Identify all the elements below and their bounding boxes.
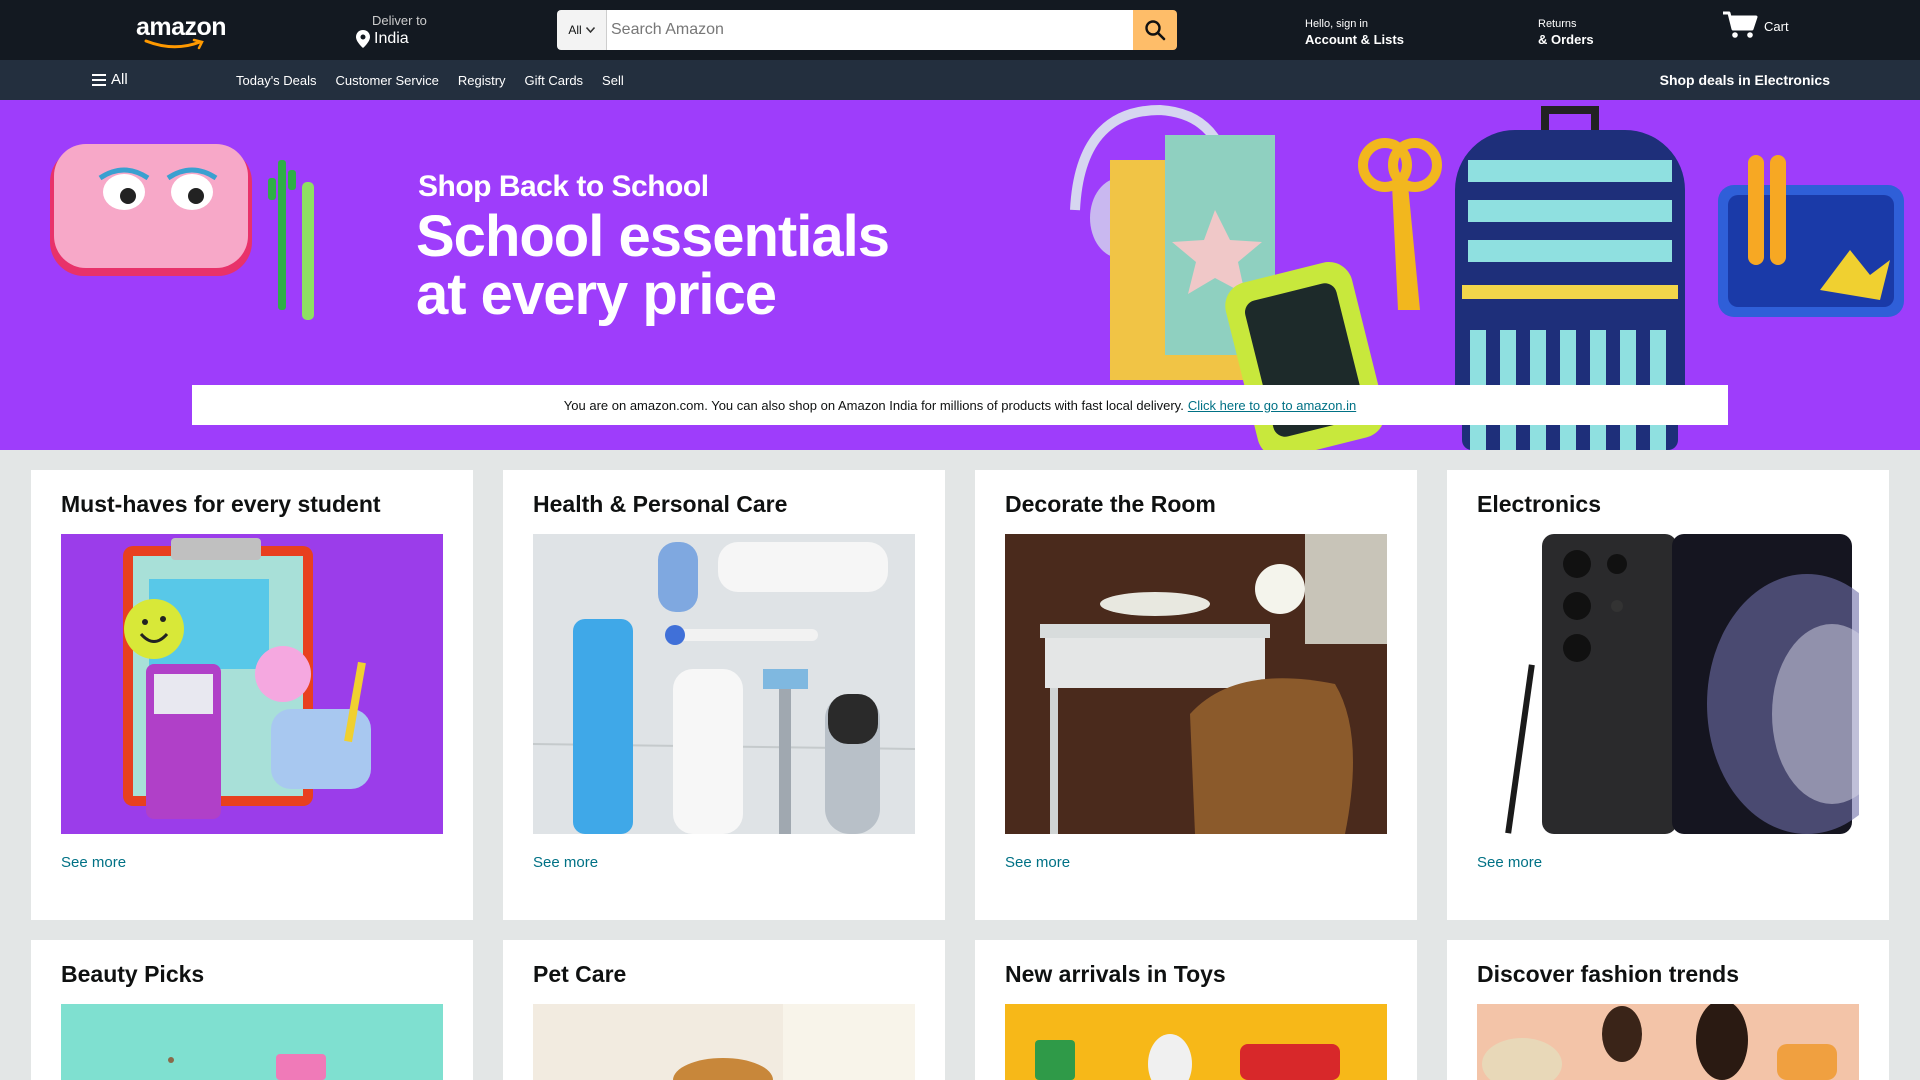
orders-label: & Orders	[1538, 32, 1594, 47]
account-and-lists[interactable]: Hello, sign in Account & Lists	[1305, 17, 1404, 48]
hero-kicker: Shop Back to School	[418, 170, 709, 203]
amazon-india-link[interactable]: Click here to go to amazon.in	[1188, 398, 1356, 413]
card-title: Discover fashion trends	[1477, 961, 1740, 987]
fashion-image[interactable]	[1477, 1004, 1859, 1080]
cart-button[interactable]: Cart	[1722, 10, 1789, 40]
subnav-link-registry[interactable]: Registry	[458, 73, 506, 88]
beauty-image[interactable]	[61, 1004, 443, 1080]
personal-care-image[interactable]	[533, 534, 915, 834]
account-label: Account & Lists	[1305, 32, 1404, 47]
cart-label: Cart	[1764, 19, 1789, 34]
category-card-beauty: Beauty Picks	[31, 940, 473, 1080]
see-more-link[interactable]: See more	[1477, 854, 1542, 871]
deliver-location: India	[374, 30, 409, 47]
category-card-health: Health & Personal Care See more	[503, 470, 945, 920]
electronics-deals-link[interactable]: Shop deals in Electronics	[1660, 72, 1830, 88]
account-greeting: Hello, sign in	[1305, 18, 1368, 30]
chevron-down-icon	[585, 27, 595, 33]
search-input[interactable]	[607, 10, 1133, 50]
see-more-link[interactable]: See more	[61, 854, 126, 871]
hero-headline-line1: School essentials	[416, 204, 890, 269]
search-button[interactable]	[1133, 10, 1177, 50]
deliver-to-location[interactable]: Deliver to India	[356, 13, 427, 49]
category-card-student: Must-haves for every student See more	[31, 470, 473, 920]
hero-headline: School essentials at every price	[416, 204, 890, 327]
category-card-fashion: Discover fashion trends	[1447, 940, 1889, 1080]
card-title: Pet Care	[533, 961, 627, 987]
logo-text: amazon	[136, 13, 227, 41]
pet-image[interactable]	[533, 1004, 915, 1080]
deliver-label: Deliver to	[372, 13, 427, 28]
logo-smile-icon	[144, 38, 204, 50]
all-menu-button[interactable]: All	[92, 71, 128, 88]
search-category-label: All	[568, 23, 582, 37]
desk-room-image[interactable]	[1005, 534, 1387, 834]
category-card-pet: Pet Care	[503, 940, 945, 1080]
subnav-links: Today's Deals Customer Service Registry …	[236, 73, 624, 88]
location-pin-icon	[356, 30, 370, 48]
search-category-select[interactable]: All	[557, 10, 607, 50]
country-notice-banner: You are on amazon.com. You can also shop…	[192, 385, 1728, 425]
school-supplies-image[interactable]	[61, 534, 443, 834]
category-card-decorate: Decorate the Room See more	[975, 470, 1417, 920]
search-bar: All	[557, 10, 1177, 50]
amazon-logo[interactable]: amazon	[136, 13, 227, 50]
subnav-link-customer-service[interactable]: Customer Service	[336, 73, 439, 88]
smartphone-image[interactable]	[1477, 534, 1859, 834]
returns-label: Returns	[1538, 18, 1577, 30]
top-navbar: amazon Deliver to India All H	[0, 0, 1920, 60]
notice-text: You are on amazon.com. You can also shop…	[563, 397, 1184, 413]
card-title: Must-haves for every student	[61, 491, 381, 517]
hamburger-icon	[92, 73, 106, 86]
card-title: Electronics	[1477, 491, 1601, 517]
all-menu-label: All	[111, 71, 128, 88]
see-more-link[interactable]: See more	[533, 854, 598, 871]
card-title: Decorate the Room	[1005, 491, 1216, 517]
sub-navbar: All Today's Deals Customer Service Regis…	[0, 60, 1920, 100]
toys-image[interactable]	[1005, 1004, 1387, 1080]
subnav-link-gift-cards[interactable]: Gift Cards	[525, 73, 584, 88]
cart-icon	[1723, 11, 1758, 38]
returns-and-orders[interactable]: Returns & Orders	[1538, 17, 1594, 48]
card-title: New arrivals in Toys	[1005, 961, 1226, 987]
hero-headline-line2: at every price	[416, 262, 777, 327]
subnav-link-todays-deals[interactable]: Today's Deals	[236, 73, 317, 88]
subnav-link-sell[interactable]: Sell	[602, 73, 624, 88]
see-more-link[interactable]: See more	[1005, 854, 1070, 871]
card-title: Beauty Picks	[61, 961, 205, 987]
card-title: Health & Personal Care	[533, 491, 788, 517]
search-icon	[1145, 20, 1166, 41]
category-card-toys: New arrivals in Toys	[975, 940, 1417, 1080]
category-card-electronics: Electronics See more	[1447, 470, 1889, 920]
